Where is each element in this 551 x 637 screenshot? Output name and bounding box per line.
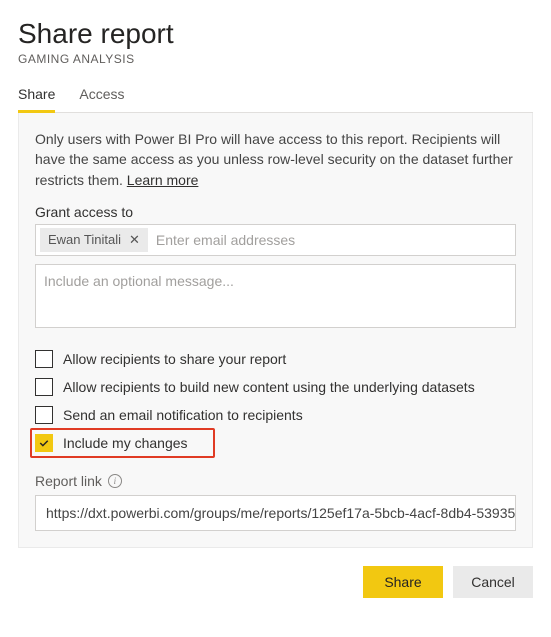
option-allow-build-label: Allow recipients to build new content us… bbox=[63, 379, 475, 395]
recipients-field[interactable]: Ewan Tinitali ✕ bbox=[35, 224, 516, 256]
tab-access[interactable]: Access bbox=[79, 80, 124, 112]
share-dialog: Share report GAMING ANALYSIS Share Acces… bbox=[0, 0, 551, 548]
report-link-field[interactable]: https://dxt.powerbi.com/groups/me/report… bbox=[35, 495, 516, 531]
dialog-subtitle: GAMING ANALYSIS bbox=[18, 52, 533, 66]
dialog-footer: Share Cancel bbox=[0, 548, 551, 610]
options-group: Allow recipients to share your report Al… bbox=[35, 349, 516, 453]
report-link-label-row: Report link i bbox=[35, 473, 516, 489]
option-allow-share-label: Allow recipients to share your report bbox=[63, 351, 286, 367]
option-include-changes-label: Include my changes bbox=[63, 435, 188, 451]
pro-notice-text: Only users with Power BI Pro will have a… bbox=[35, 131, 513, 188]
share-button[interactable]: Share bbox=[363, 566, 443, 598]
option-allow-share[interactable]: Allow recipients to share your report bbox=[35, 349, 516, 369]
recipient-name: Ewan Tinitali bbox=[48, 232, 121, 247]
info-icon[interactable]: i bbox=[108, 474, 122, 488]
checkbox-allow-build[interactable] bbox=[35, 378, 53, 396]
report-link-label: Report link bbox=[35, 473, 102, 489]
share-panel: Only users with Power BI Pro will have a… bbox=[18, 113, 533, 548]
recipients-input[interactable] bbox=[154, 228, 511, 252]
checkbox-allow-share[interactable] bbox=[35, 350, 53, 368]
option-send-email-label: Send an email notification to recipients bbox=[63, 407, 303, 423]
checkbox-include-changes[interactable] bbox=[35, 434, 53, 452]
grant-access-label: Grant access to bbox=[35, 204, 516, 220]
option-allow-build[interactable]: Allow recipients to build new content us… bbox=[35, 377, 516, 397]
cancel-button[interactable]: Cancel bbox=[453, 566, 533, 598]
message-textarea[interactable] bbox=[35, 264, 516, 328]
learn-more-link[interactable]: Learn more bbox=[127, 172, 199, 188]
recipient-chip: Ewan Tinitali ✕ bbox=[40, 228, 148, 252]
dialog-title: Share report bbox=[18, 18, 533, 50]
option-send-email[interactable]: Send an email notification to recipients bbox=[35, 405, 516, 425]
pro-notice: Only users with Power BI Pro will have a… bbox=[35, 129, 516, 190]
tab-bar: Share Access bbox=[18, 80, 533, 113]
remove-recipient-icon[interactable]: ✕ bbox=[129, 232, 140, 248]
tab-share[interactable]: Share bbox=[18, 80, 55, 112]
option-include-changes[interactable]: Include my changes bbox=[35, 433, 516, 453]
checkbox-send-email[interactable] bbox=[35, 406, 53, 424]
